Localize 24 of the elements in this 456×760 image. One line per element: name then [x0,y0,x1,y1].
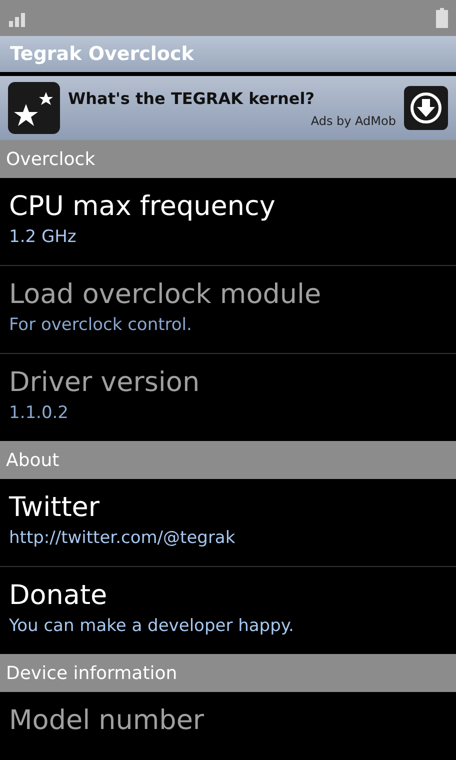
ad-headline: What's the TEGRAK kernel? [68,88,316,108]
preference-title: Driver version [9,366,200,400]
ad-banner[interactable]: What's the TEGRAK kernel? Ads by AdMob [0,76,456,140]
preference-summary: 1.2 GHz [9,226,76,249]
preference-item[interactable]: Donate You can make a developer happy. [0,567,456,654]
preference-title: Load overclock module [9,278,322,312]
stars-icon [8,82,60,134]
section-header: Device information [0,654,456,692]
download-icon[interactable] [404,86,448,130]
preference-summary: 1.1.0.2 [9,402,68,425]
battery-icon [436,8,448,28]
preference-title: Donate [9,579,108,613]
preference-summary: You can make a developer happy. [9,615,294,638]
preference-summary: http://twitter.com/@tegrak [9,527,236,550]
preference-title: Model number [9,704,204,738]
preference-summary: For overclock control. [9,314,192,337]
preference-title: Twitter [9,491,100,525]
preference-item[interactable]: Twitter http://twitter.com/@tegrak [0,479,456,566]
window-title: Tegrak Overclock [10,43,194,65]
section-header: About [0,441,456,479]
ad-attribution: Ads by AdMob [310,114,396,128]
preference-title: CPU max frequency [9,190,276,224]
preference-item[interactable]: CPU max frequency 1.2 GHz [0,178,456,265]
section-header: Overclock [0,140,456,178]
